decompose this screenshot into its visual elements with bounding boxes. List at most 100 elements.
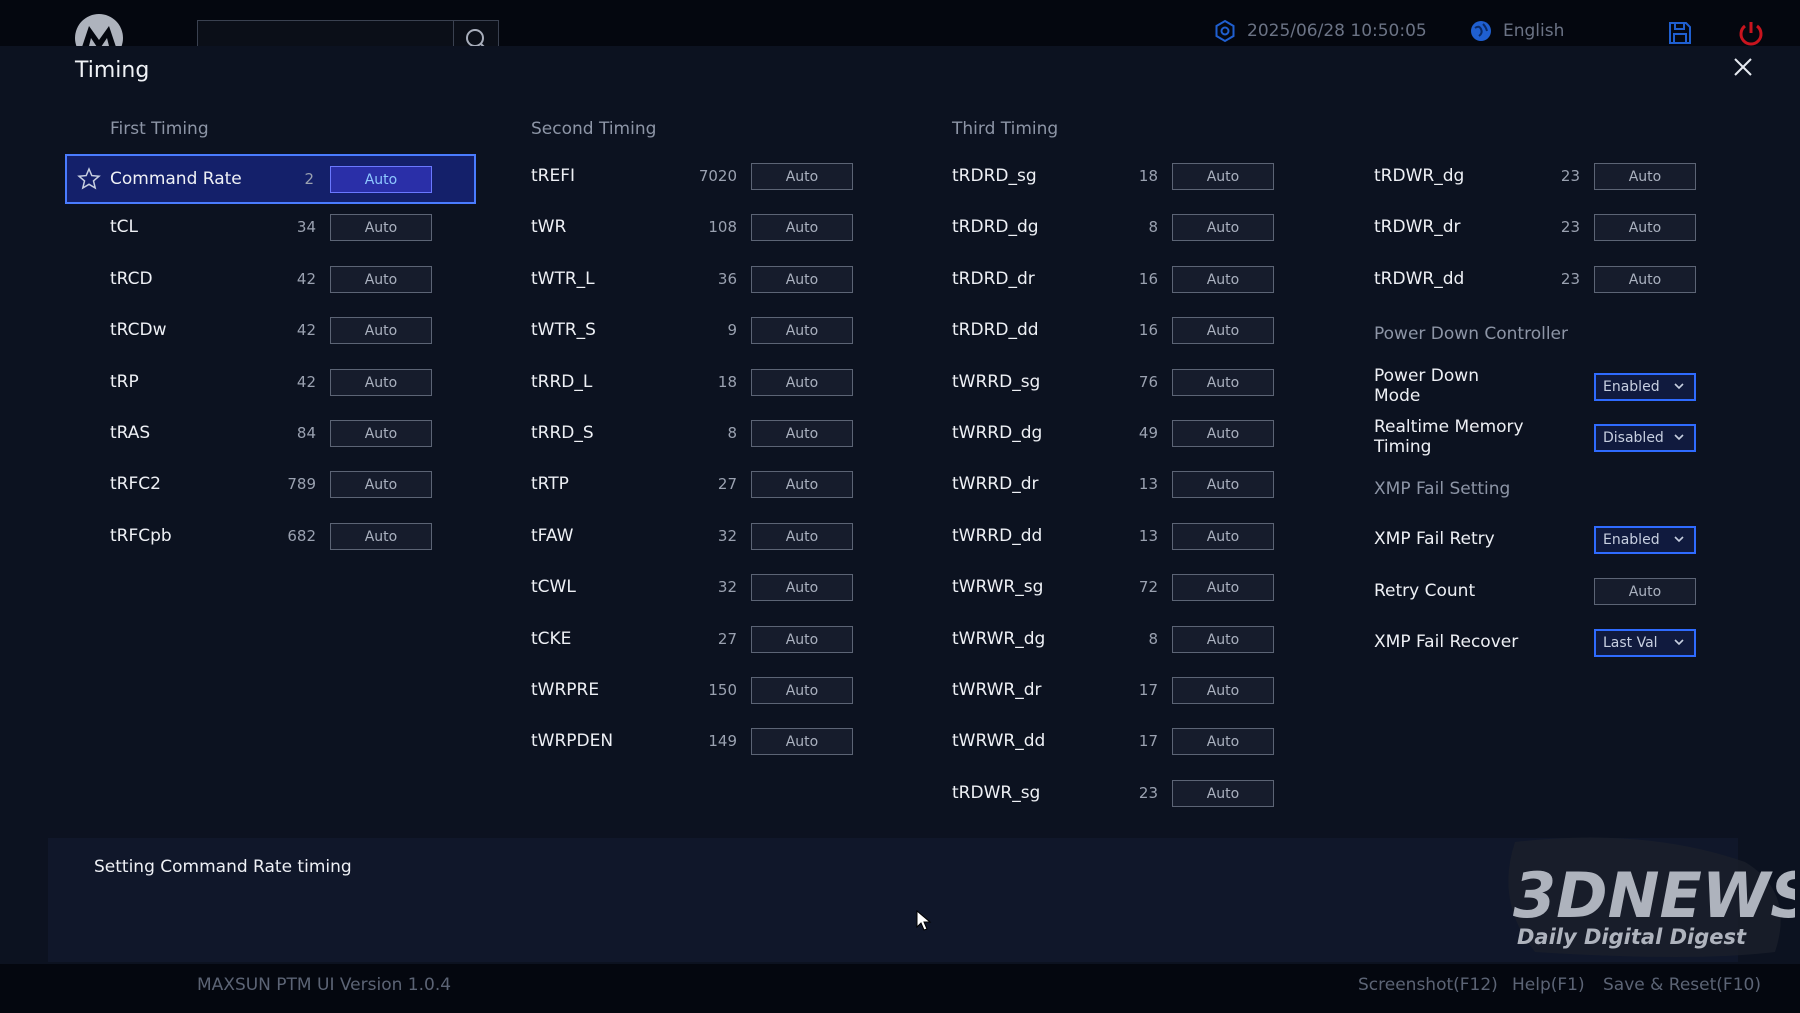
xmp-fail-recover-dropdown[interactable]: Last Val bbox=[1594, 629, 1696, 657]
timing-auto-button[interactable]: Auto bbox=[330, 522, 432, 550]
realtime-memory-timing-dropdown[interactable]: Disabled bbox=[1594, 424, 1696, 452]
timing-auto-button[interactable]: Auto bbox=[1172, 574, 1274, 602]
page-title: Timing bbox=[75, 58, 150, 83]
xmp-fail-retry-dropdown[interactable]: Enabled bbox=[1594, 526, 1696, 554]
timing-row-trrd-s[interactable]: tRRD_S 8 Auto bbox=[531, 413, 861, 453]
power-icon[interactable] bbox=[1737, 19, 1765, 47]
timing-auto-button[interactable]: Auto bbox=[751, 368, 853, 396]
timing-label: tRDWR_dd bbox=[1374, 268, 1465, 289]
timing-row-trefi[interactable]: tREFI 7020 Auto bbox=[531, 156, 861, 196]
timing-row-twrpden[interactable]: tWRPDEN 149 Auto bbox=[531, 721, 861, 761]
timing-auto-button[interactable]: Auto bbox=[751, 265, 853, 293]
timing-auto-button[interactable]: Auto bbox=[751, 471, 853, 499]
timing-row-trp[interactable]: tRP 42 Auto bbox=[110, 362, 476, 402]
timing-row-command-rate[interactable]: Command Rate 2 Auto bbox=[65, 154, 476, 204]
timing-row-trdwr-dg[interactable]: tRDWR_dg 23 Auto bbox=[1374, 156, 1704, 196]
timing-auto-button[interactable]: Auto bbox=[330, 471, 432, 499]
timing-row-trdrd-sg[interactable]: tRDRD_sg 18 Auto bbox=[952, 156, 1282, 196]
timing-row-tcl[interactable]: tCL 34 Auto bbox=[110, 207, 476, 247]
timing-auto-button[interactable]: Auto bbox=[1172, 471, 1274, 499]
timing-auto-button[interactable]: Auto bbox=[751, 163, 853, 190]
timing-auto-button[interactable]: Auto bbox=[1594, 163, 1696, 190]
timing-auto-button[interactable]: Auto bbox=[751, 625, 853, 653]
timing-row-tfaw[interactable]: tFAW 32 Auto bbox=[531, 516, 861, 556]
timing-row-trdrd-dr[interactable]: tRDRD_dr 16 Auto bbox=[952, 259, 1282, 299]
timing-value: 16 bbox=[1138, 269, 1158, 288]
timing-auto-button[interactable]: Auto bbox=[330, 368, 432, 396]
timing-auto-button[interactable]: Auto bbox=[330, 166, 432, 193]
timing-row-trdwr-dd[interactable]: tRDWR_dd 23 Auto bbox=[1374, 259, 1704, 299]
realtime-memory-timing-label-line1: Realtime Memory bbox=[1374, 417, 1524, 437]
help-button[interactable]: Help(F1) bbox=[1512, 975, 1585, 995]
save-icon[interactable] bbox=[1667, 20, 1693, 46]
timing-value: 18 bbox=[1138, 167, 1158, 185]
star-icon[interactable] bbox=[77, 167, 101, 191]
timing-value: 2 bbox=[304, 170, 314, 188]
timing-row-twrwr-dr[interactable]: tWRWR_dr 17 Auto bbox=[952, 670, 1282, 710]
timing-row-tcke[interactable]: tCKE 27 Auto bbox=[531, 619, 861, 659]
close-icon[interactable] bbox=[1730, 54, 1756, 80]
timing-row-twrwr-sg[interactable]: tWRWR_sg 72 Auto bbox=[952, 567, 1282, 607]
timing-auto-button[interactable]: Auto bbox=[751, 214, 853, 242]
timing-auto-button[interactable]: Auto bbox=[1172, 728, 1274, 756]
timing-row-trdrd-dg[interactable]: tRDRD_dg 8 Auto bbox=[952, 207, 1282, 247]
timing-row-twrrd-sg[interactable]: tWRRD_sg 76 Auto bbox=[952, 362, 1282, 402]
timing-row-twtr-l[interactable]: tWTR_L 36 Auto bbox=[531, 259, 861, 299]
timing-auto-button[interactable]: Auto bbox=[330, 317, 432, 345]
timing-auto-button[interactable]: Auto bbox=[751, 574, 853, 602]
timing-row-twrrd-dg[interactable]: tWRRD_dg 49 Auto bbox=[952, 413, 1282, 453]
settings-gear-icon[interactable] bbox=[1213, 19, 1237, 43]
timing-auto-button[interactable]: Auto bbox=[1594, 214, 1696, 242]
timing-auto-button[interactable]: Auto bbox=[751, 420, 853, 447]
timing-auto-button[interactable]: Auto bbox=[1172, 163, 1274, 190]
timing-row-trcdw[interactable]: tRCDw 42 Auto bbox=[110, 310, 476, 350]
timing-auto-button[interactable]: Auto bbox=[1594, 265, 1696, 293]
timing-row-trfc2[interactable]: tRFC2 789 Auto bbox=[110, 464, 476, 504]
timing-auto-button[interactable]: Auto bbox=[751, 677, 853, 704]
timing-auto-button[interactable]: Auto bbox=[751, 522, 853, 550]
timing-auto-button[interactable]: Auto bbox=[1172, 522, 1274, 550]
timing-value: 682 bbox=[287, 526, 316, 545]
power-down-mode-dropdown[interactable]: Enabled bbox=[1594, 373, 1696, 401]
timing-row-twrwr-dd[interactable]: tWRWR_dd 17 Auto bbox=[952, 721, 1282, 761]
timing-auto-button[interactable]: Auto bbox=[330, 265, 432, 293]
timing-row-tcwl[interactable]: tCWL 32 Auto bbox=[531, 567, 861, 607]
xmp-fail-recover-row: XMP Fail Recover Last Val bbox=[1374, 622, 1704, 662]
timing-auto-button[interactable]: Auto bbox=[330, 420, 432, 447]
timing-row-trrd-l[interactable]: tRRD_L 18 Auto bbox=[531, 362, 861, 402]
save-reset-button[interactable]: Save & Reset(F10) bbox=[1603, 975, 1761, 995]
retry-count-button[interactable]: Auto bbox=[1594, 578, 1696, 605]
timing-value: 72 bbox=[1138, 578, 1158, 597]
timing-row-twtr-s[interactable]: tWTR_S 9 Auto bbox=[531, 310, 861, 350]
timing-auto-button[interactable]: Auto bbox=[751, 317, 853, 345]
timing-auto-button[interactable]: Auto bbox=[751, 728, 853, 756]
timing-value: 7020 bbox=[698, 167, 737, 185]
timing-auto-button[interactable]: Auto bbox=[1172, 779, 1274, 807]
timing-auto-button[interactable]: Auto bbox=[1172, 265, 1274, 293]
timing-row-trdwr-dr[interactable]: tRDWR_dr 23 Auto bbox=[1374, 207, 1704, 247]
timing-auto-button[interactable]: Auto bbox=[1172, 368, 1274, 396]
timing-auto-button[interactable]: Auto bbox=[1172, 420, 1274, 447]
timing-row-trcd[interactable]: tRCD 42 Auto bbox=[110, 259, 476, 299]
section-xmp-fail: XMP Fail Setting bbox=[1374, 479, 1511, 499]
timing-row-twrrd-dr[interactable]: tWRRD_dr 13 Auto bbox=[952, 464, 1282, 504]
timing-row-trdrd-dd[interactable]: tRDRD_dd 16 Auto bbox=[952, 310, 1282, 350]
power-down-mode-value: Enabled bbox=[1603, 379, 1660, 395]
timing-row-tras[interactable]: tRAS 84 Auto bbox=[110, 413, 476, 453]
timing-auto-button[interactable]: Auto bbox=[1172, 214, 1274, 242]
timing-auto-button[interactable]: Auto bbox=[1172, 317, 1274, 345]
timing-row-twrwr-dg[interactable]: tWRWR_dg 8 Auto bbox=[952, 619, 1282, 659]
timing-label: tRAS bbox=[110, 423, 151, 443]
timing-row-twr[interactable]: tWR 108 Auto bbox=[531, 207, 861, 247]
timing-auto-button[interactable]: Auto bbox=[1172, 677, 1274, 704]
timing-row-trtp[interactable]: tRTP 27 Auto bbox=[531, 464, 861, 504]
timing-row-trfcpb[interactable]: tRFCpb 682 Auto bbox=[110, 516, 476, 556]
timing-auto-button[interactable]: Auto bbox=[330, 214, 432, 242]
timing-value: 8 bbox=[1148, 629, 1158, 648]
screenshot-button[interactable]: Screenshot(F12) bbox=[1358, 975, 1498, 995]
timing-row-twrrd-dd[interactable]: tWRRD_dd 13 Auto bbox=[952, 516, 1282, 556]
timing-auto-button[interactable]: Auto bbox=[1172, 625, 1274, 653]
timing-row-twrpre[interactable]: tWRPRE 150 Auto bbox=[531, 670, 861, 710]
timing-row-trdwr-sg[interactable]: tRDWR_sg 23 Auto bbox=[952, 773, 1282, 813]
language-selector[interactable]: English bbox=[1469, 18, 1564, 44]
